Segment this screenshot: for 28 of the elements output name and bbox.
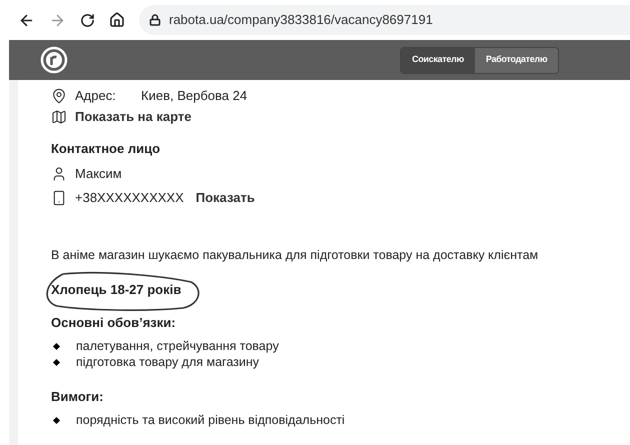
bullet-icon bbox=[52, 343, 60, 350]
phone-number: +38XXXXXXXXXX bbox=[75, 189, 184, 208]
contact-name: Максим bbox=[75, 165, 122, 184]
highlight-text: Хлопець 18-27 років bbox=[51, 281, 182, 299]
map-icon bbox=[51, 109, 67, 125]
section-heading: Основні обов’язки: bbox=[51, 314, 177, 332]
role-tab[interactable]: Соискателю bbox=[401, 48, 475, 72]
address-label: Адрес: bbox=[75, 87, 117, 106]
address-bar[interactable]: rabota.ua/company3833816/vacancy8697191 bbox=[139, 5, 630, 35]
phone-icon bbox=[51, 190, 67, 206]
home-icon[interactable] bbox=[109, 12, 125, 28]
location-pin-icon bbox=[51, 88, 67, 104]
lock-icon bbox=[149, 14, 161, 26]
show-phone-link[interactable]: Показать bbox=[196, 188, 255, 208]
bullet-icon bbox=[52, 417, 60, 424]
contact-heading: Контактное лицо bbox=[51, 140, 162, 158]
bullet-icon bbox=[52, 359, 60, 366]
description: В аніме магазин шукаємо пакувальника для підготовки товару на доставку клієнтам bbox=[51, 247, 540, 264]
reload-icon[interactable] bbox=[80, 12, 95, 28]
role-tab[interactable]: Работодателю bbox=[474, 48, 558, 72]
address-value: Киев, Вербова 24 bbox=[141, 87, 248, 106]
section-heading: Вимоги: bbox=[51, 388, 105, 406]
person-icon bbox=[51, 166, 67, 182]
show-on-map-link[interactable]: Показать на карте bbox=[75, 107, 192, 127]
list-item: порядність та високий рівень відповідальності bbox=[76, 412, 345, 430]
list-item: палетування, стрейчування товару bbox=[76, 338, 279, 356]
list-item: підготовка товару для магазину bbox=[76, 354, 260, 372]
logo-icon[interactable] bbox=[40, 46, 68, 74]
